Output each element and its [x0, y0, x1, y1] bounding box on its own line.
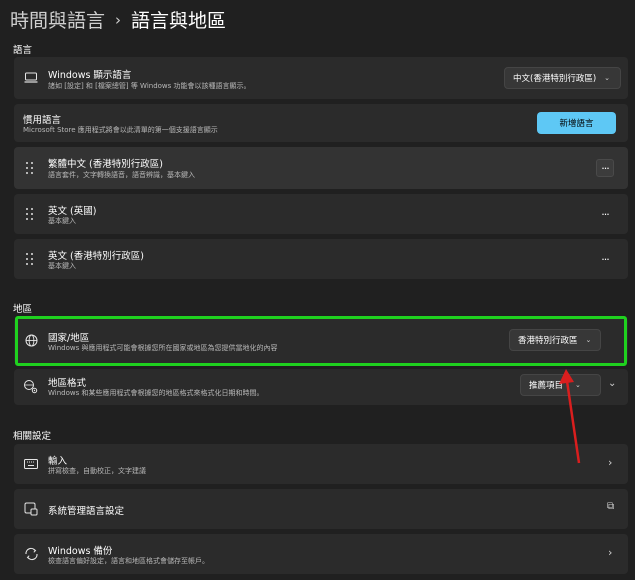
regional-format-subtitle: Windows 和某些應用程式會根據您的地區格式來格式化日期和時間。	[48, 389, 264, 397]
language-row[interactable]: 繁體中文 (香港特別行政區) 語言套件，文字轉換語音，語音辨識，基本鍵入 ···	[14, 147, 628, 189]
section-label-language: 語言	[13, 45, 33, 56]
related-backup-card[interactable]: Windows 備份 檢查語言偏好設定，語言和地區格式會儲存至帳戶。 ›	[14, 534, 628, 574]
backup-sync-icon	[23, 546, 39, 562]
language-title: 英文 (英國)	[48, 206, 97, 217]
more-options-button[interactable]: ···	[596, 250, 614, 268]
page-title: 語言與地區	[131, 10, 227, 32]
language-title: 繁體中文 (香港特別行政區)	[48, 159, 163, 170]
related-typing-card[interactable]: 輸入 拼寫檢查，自動校正，文字建議 ›	[14, 444, 628, 484]
related-typing-subtitle: 拼寫檢查，自動校正，文字建議	[48, 467, 146, 475]
breadcrumb-parent[interactable]: 時間與語言	[10, 6, 105, 33]
language-subtitle: 基本鍵入	[48, 262, 76, 270]
preferred-languages-subtitle: Microsoft Store 應用程式將會以此清單的第一個支援語言顯示	[23, 126, 218, 134]
display-language-subtitle: 諸如 [設定] 和 [檔案總管] 等 Windows 功能會以該種語言顯示。	[48, 82, 251, 90]
monitor-icon	[23, 70, 39, 86]
regional-format-title: 地區格式	[48, 378, 87, 389]
related-typing-title: 輸入	[48, 456, 68, 467]
section-label-related: 相關設定	[13, 431, 52, 442]
chevron-down-icon: ⌄	[604, 74, 611, 82]
display-language-card: Windows 顯示語言 諸如 [設定] 和 [檔案總管] 等 Windows …	[14, 57, 628, 99]
section-label-region: 地區	[13, 304, 33, 315]
related-admin-language-card[interactable]: 系統管理語言設定 ⧉	[14, 489, 628, 529]
drag-handle-icon[interactable]	[26, 253, 34, 265]
language-subtitle: 語言套件，文字轉換語音，語音辨識，基本鍵入	[48, 171, 195, 179]
external-link-icon: ⧉	[607, 501, 615, 512]
regional-format-icon	[22, 378, 40, 396]
display-language-title: Windows 顯示語言	[48, 70, 132, 81]
language-subtitle: 基本鍵入	[48, 217, 76, 225]
more-options-button[interactable]: ···	[596, 205, 614, 223]
breadcrumb-separator: ›	[115, 10, 122, 29]
drag-handle-icon[interactable]	[26, 208, 34, 220]
language-row[interactable]: 英文 (英國) 基本鍵入 ···	[14, 194, 628, 234]
chevron-right-icon: ›	[608, 546, 613, 559]
chevron-right-icon: ›	[608, 456, 613, 469]
display-language-dropdown[interactable]: 中文(香港特別行政區) ⌄	[504, 67, 621, 89]
regional-format-card[interactable]: 地區格式 Windows 和某些應用程式會根據您的地區格式來格式化日期和時間。 …	[14, 369, 628, 405]
related-admin-language-title: 系統管理語言設定	[48, 506, 125, 517]
keyboard-icon	[23, 456, 39, 472]
related-backup-title: Windows 備份	[48, 546, 113, 557]
language-row[interactable]: 英文 (香港特別行政區) 基本鍵入 ···	[14, 239, 628, 279]
related-backup-subtitle: 檢查語言偏好設定，語言和地區格式會儲存至帳戶。	[48, 557, 209, 565]
preferred-languages-title: 慣用語言	[23, 115, 62, 126]
display-language-value: 中文(香港特別行政區)	[513, 74, 597, 84]
add-language-button[interactable]: 新增語言	[537, 112, 616, 134]
chevron-down-icon: ⌄	[575, 381, 581, 389]
drag-handle-icon[interactable]	[26, 162, 34, 174]
expand-chevron-icon[interactable]: ⌄	[608, 378, 616, 389]
preferred-languages-card: 慣用語言 Microsoft Store 應用程式將會以此清單的第一個支援語言顯…	[14, 104, 628, 142]
regional-format-value: 推薦項目	[529, 381, 564, 391]
language-title: 英文 (香港特別行政區)	[48, 251, 144, 262]
regional-format-dropdown[interactable]: 推薦項目 ⌄	[520, 374, 601, 396]
breadcrumb: 時間與語言 › 語言與地區	[10, 6, 226, 33]
admin-language-icon	[23, 501, 39, 517]
highlight-annotation-box	[15, 316, 627, 366]
more-options-button[interactable]: ···	[596, 159, 614, 177]
